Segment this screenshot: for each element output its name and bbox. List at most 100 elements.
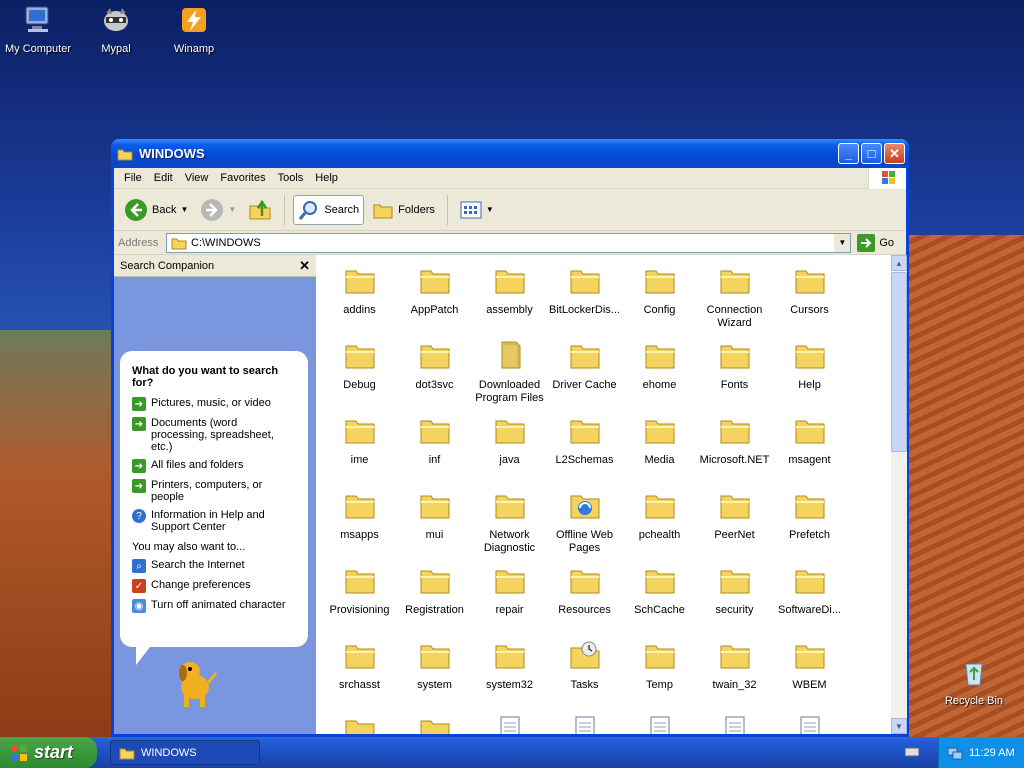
file-item[interactable]: Config — [622, 261, 697, 336]
file-item[interactable]: Debug — [322, 336, 397, 411]
file-item[interactable]: Connection Wizard — [697, 261, 772, 336]
menu-help[interactable]: Help — [309, 172, 344, 184]
desert-dune-left — [0, 330, 112, 740]
file-item[interactable]: system — [397, 636, 472, 711]
file-item[interactable]: addins — [322, 261, 397, 336]
file-item[interactable]: AppPatch — [397, 261, 472, 336]
file-item[interactable] — [472, 711, 547, 734]
file-item[interactable]: SoftwareDi... — [772, 561, 847, 636]
file-item[interactable]: java — [472, 411, 547, 486]
folder-icon — [795, 570, 824, 594]
search-option-help[interactable]: ? Information in Help and Support Center — [132, 509, 296, 533]
file-name: security — [715, 604, 754, 616]
file-item[interactable]: Resources — [547, 561, 622, 636]
desktop-icon-mypal[interactable]: Mypal — [78, 4, 154, 55]
chevron-down-icon[interactable]: ▼ — [228, 205, 236, 214]
search-option[interactable]: ➔ Pictures, music, or video — [132, 397, 296, 411]
menu-favorites[interactable]: Favorites — [214, 172, 271, 184]
search-option[interactable]: ➔ Documents (word processing, spreadsheet… — [132, 417, 296, 453]
go-button[interactable]: Go — [855, 233, 902, 252]
file-item[interactable]: dot3svc — [397, 336, 472, 411]
file-item[interactable] — [622, 711, 697, 734]
file-item[interactable] — [397, 711, 472, 734]
file-item[interactable] — [697, 711, 772, 734]
file-item[interactable]: pchealth — [622, 486, 697, 561]
search-option[interactable]: ➔ All files and folders — [132, 459, 296, 473]
file-item[interactable]: Network Diagnostic — [472, 486, 547, 561]
maximize-button[interactable]: □ — [861, 143, 882, 164]
desktop-icon-winamp[interactable]: Winamp — [156, 4, 232, 55]
start-button[interactable]: start — [0, 737, 97, 768]
file-item[interactable]: twain_32 — [697, 636, 772, 711]
also-option-preferences[interactable]: ✓ Change preferences — [132, 579, 296, 593]
file-item[interactable]: msapps — [322, 486, 397, 561]
file-item[interactable]: repair — [472, 561, 547, 636]
file-item[interactable]: ehome — [622, 336, 697, 411]
also-option-search-internet[interactable]: ⌕ Search the Internet — [132, 559, 296, 573]
close-button[interactable]: ✕ — [884, 143, 905, 164]
file-item[interactable]: Temp — [622, 636, 697, 711]
vertical-scrollbar[interactable]: ▲ ▼ — [891, 255, 907, 734]
menu-tools[interactable]: Tools — [272, 172, 310, 184]
desktop-icon-recycle-bin[interactable]: Recycle Bin — [936, 656, 1012, 707]
file-name: java — [499, 454, 520, 466]
file-item[interactable]: system32 — [472, 636, 547, 711]
chevron-down-icon[interactable]: ▼ — [486, 205, 494, 214]
window-titlebar[interactable]: WINDOWS _ □ ✕ — [111, 139, 909, 168]
file-item[interactable]: Offline Web Pages — [547, 486, 622, 561]
file-item[interactable]: L2Schemas — [547, 411, 622, 486]
views-button[interactable]: ▼ — [456, 198, 498, 222]
file-item[interactable] — [322, 711, 397, 734]
also-option-animated[interactable]: ◉ Turn off animated character — [132, 599, 296, 613]
file-item[interactable]: Fonts — [697, 336, 772, 411]
chevron-down-icon[interactable]: ▼ — [180, 205, 188, 214]
file-item[interactable]: Prefetch — [772, 486, 847, 561]
file-item[interactable]: Help — [772, 336, 847, 411]
file-item[interactable]: srchasst — [322, 636, 397, 711]
file-item[interactable]: Tasks — [547, 636, 622, 711]
menu-view[interactable]: View — [179, 172, 215, 184]
file-item[interactable]: security — [697, 561, 772, 636]
file-item[interactable] — [547, 711, 622, 734]
folders-button[interactable]: Folders — [368, 196, 439, 224]
forward-button[interactable]: ▼ — [196, 195, 240, 225]
minimize-button[interactable]: _ — [838, 143, 859, 164]
file-item[interactable]: ime — [322, 411, 397, 486]
file-item[interactable] — [772, 711, 847, 734]
file-item[interactable]: Cursors — [772, 261, 847, 336]
taskbar-window-button[interactable]: WINDOWS — [110, 740, 260, 765]
file-item[interactable]: Driver Cache — [547, 336, 622, 411]
file-item[interactable]: Registration — [397, 561, 472, 636]
file-item[interactable]: BitLockerDis... — [547, 261, 622, 336]
search-button[interactable]: Search — [293, 194, 365, 225]
close-pane-button[interactable]: ✕ — [299, 258, 310, 274]
file-item[interactable]: Media — [622, 411, 697, 486]
scrollbar-thumb[interactable] — [891, 272, 907, 452]
file-item[interactable]: assembly — [472, 261, 547, 336]
address-dropdown-button[interactable]: ▼ — [834, 233, 851, 252]
desktop-icon-my-computer[interactable]: My Computer — [0, 4, 76, 55]
up-folder-button[interactable] — [244, 195, 276, 225]
file-item[interactable]: Provisioning — [322, 561, 397, 636]
menu-edit[interactable]: Edit — [148, 172, 179, 184]
scroll-up-button[interactable]: ▲ — [891, 255, 907, 271]
back-button[interactable]: Back ▼ — [120, 195, 192, 225]
file-item[interactable]: SchCache — [622, 561, 697, 636]
clock[interactable]: 11:29 AM — [969, 747, 1015, 759]
file-item[interactable]: msagent — [772, 411, 847, 486]
file-item[interactable]: mui — [397, 486, 472, 561]
search-dog-character-icon[interactable] — [170, 655, 220, 711]
network-icon[interactable] — [947, 745, 963, 761]
file-item[interactable]: PeerNet — [697, 486, 772, 561]
search-option[interactable]: ➔ Printers, computers, or people — [132, 479, 296, 503]
folder-icon — [119, 748, 135, 759]
address-input[interactable]: C:\WINDOWS ▼ — [166, 232, 852, 253]
menu-file[interactable]: File — [118, 172, 148, 184]
file-item[interactable]: WBEM — [772, 636, 847, 711]
scroll-down-button[interactable]: ▼ — [891, 718, 907, 734]
keyboard-icon[interactable] — [904, 746, 920, 761]
file-item[interactable]: Downloaded Program Files — [472, 336, 547, 411]
folder-icon — [171, 238, 187, 249]
file-item[interactable]: Microsoft.NET — [697, 411, 772, 486]
file-item[interactable]: inf — [397, 411, 472, 486]
